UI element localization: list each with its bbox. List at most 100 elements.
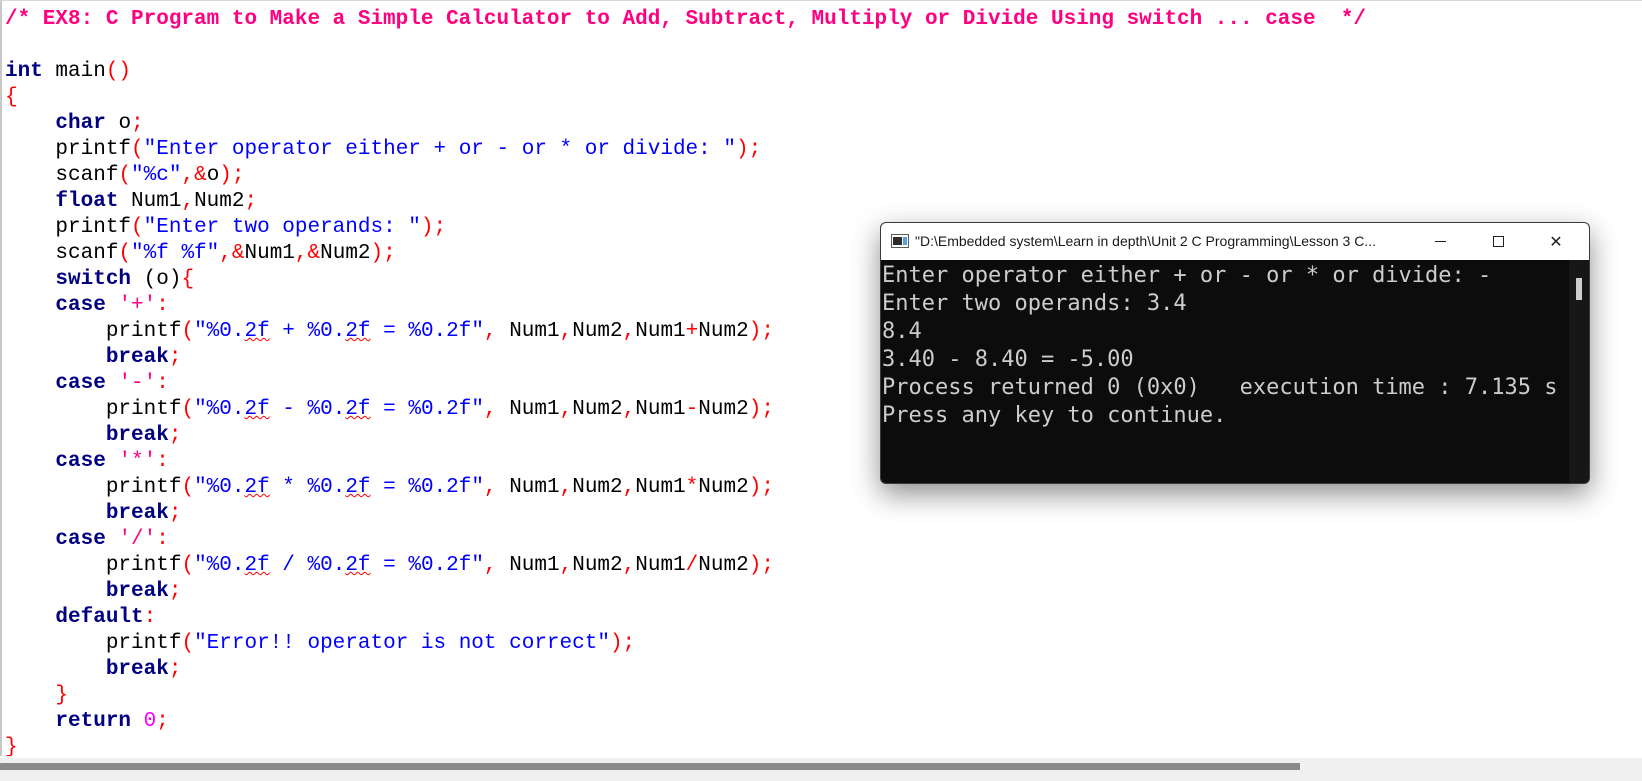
operator: ; (761, 398, 774, 421)
operator: ) (370, 242, 384, 265)
operator: - (685, 398, 699, 421)
code-line: float Num1,Num2; (5, 189, 1366, 215)
code-line: break; (5, 501, 1366, 527)
identifier: o (206, 164, 220, 187)
string-literal: 2f (345, 320, 371, 343)
window-title: "D:\Embedded system\Learn in depth\Unit … (915, 233, 1376, 249)
operator: , (559, 320, 573, 343)
string-literal: "Enter two operands: " (143, 216, 421, 239)
operator: , (483, 398, 497, 421)
string-literal: 2f (345, 476, 371, 499)
keyword: case (55, 528, 106, 551)
identifier: Num1 (244, 242, 295, 265)
operator: ) (748, 554, 762, 577)
maximize-icon (1492, 236, 1504, 247)
operator: & (194, 164, 207, 187)
number-literal: 0 (143, 710, 157, 733)
identifier: Num2 (698, 398, 749, 421)
code-line: default: (5, 605, 1366, 631)
code-line: { (5, 85, 1366, 111)
string-literal: / %0. (269, 554, 346, 577)
keyword: break (105, 346, 169, 369)
operator: { (181, 268, 195, 291)
code-line: printf("Error!! operator is not correct"… (5, 631, 1366, 657)
string-literal: 2f (244, 320, 270, 343)
string-literal: 2f (244, 554, 270, 577)
operator: , (622, 476, 636, 499)
operator: } (55, 684, 69, 707)
operator: ) (420, 216, 434, 239)
identifier: Num1 (635, 476, 686, 499)
operator: ( (131, 216, 144, 239)
identifier: printf (105, 476, 182, 499)
horizontal-scrollbar[interactable] (0, 758, 1642, 781)
keyword: default (55, 606, 144, 629)
scrollbar-thumb[interactable] (0, 763, 1300, 770)
operator: ) (219, 164, 232, 187)
string-literal: = %0.2f" (370, 554, 484, 577)
string-literal: "%c" (131, 164, 182, 187)
minimize-button[interactable] (1411, 223, 1469, 260)
operator: ; (168, 502, 182, 525)
identifier: Num1 (635, 320, 686, 343)
identifier: (o) (131, 268, 182, 291)
char-literal: '-' (118, 372, 157, 395)
code-line: break; (5, 657, 1366, 683)
code-line: scanf("%c",&o); (5, 163, 1366, 189)
code-line: printf("Enter operator either + or - or … (5, 137, 1366, 163)
string-literal: + %0. (269, 320, 346, 343)
string-literal: "Error!! operator is not correct" (194, 632, 610, 655)
identifier: printf (55, 138, 132, 161)
string-literal: 2f (345, 398, 371, 421)
keyword: break (105, 658, 169, 681)
identifier: Num1 (635, 554, 686, 577)
console-scrollbar-thumb[interactable] (1576, 278, 1582, 300)
operator: ; (168, 346, 182, 369)
string-literal: = %0.2f" (370, 398, 484, 421)
identifier: Num2 (698, 320, 749, 343)
maximize-button[interactable] (1469, 223, 1527, 260)
operator: ) (748, 398, 762, 421)
operator: , (559, 398, 573, 421)
console-line: Process returned 0 (0x0) execution time … (882, 375, 1558, 400)
operator: : (156, 450, 169, 473)
code-line: printf("%0.2f / %0.2f = %0.2f", Num1,Num… (5, 553, 1366, 579)
operator: ( (181, 632, 195, 655)
close-button[interactable]: ✕ (1527, 223, 1585, 260)
close-icon: ✕ (1549, 232, 1563, 251)
operator: : (156, 294, 169, 317)
keyword: char (55, 112, 106, 135)
console-scrollbar[interactable] (1569, 260, 1589, 483)
identifier: o (105, 112, 132, 135)
identifier: Num1 (509, 554, 560, 577)
operator: , (294, 242, 308, 265)
operator: & (307, 242, 321, 265)
code-line: int main() (5, 59, 1366, 85)
console-line: Enter operator either + or - or * or div… (882, 263, 1492, 288)
code-line: } (5, 735, 1366, 756)
title-bar[interactable]: "D:\Embedded system\Learn in depth\Unit … (881, 223, 1589, 260)
operator: ; (433, 216, 447, 239)
identifier: scanf (55, 164, 119, 187)
operator: * (685, 476, 699, 499)
operator: & (231, 242, 245, 265)
console-window[interactable]: "D:\Embedded system\Learn in depth\Unit … (880, 222, 1590, 484)
keyword: break (105, 580, 169, 603)
identifier: Num1 (118, 190, 182, 213)
operator: , (559, 476, 573, 499)
identifier: Num1 (509, 320, 560, 343)
keyword: return (55, 710, 132, 733)
console-output[interactable]: Enter operator either + or - or * or div… (881, 260, 1571, 483)
identifier: printf (105, 398, 182, 421)
operator: , (622, 554, 636, 577)
keyword: case (55, 294, 106, 317)
keyword: switch (55, 268, 132, 291)
operator: : (156, 372, 169, 395)
identifier: printf (55, 216, 132, 239)
operator: ( (181, 554, 195, 577)
operator: , (559, 554, 573, 577)
operator: ; (383, 242, 396, 265)
operator: , (181, 164, 195, 187)
operator: ; (622, 632, 636, 655)
